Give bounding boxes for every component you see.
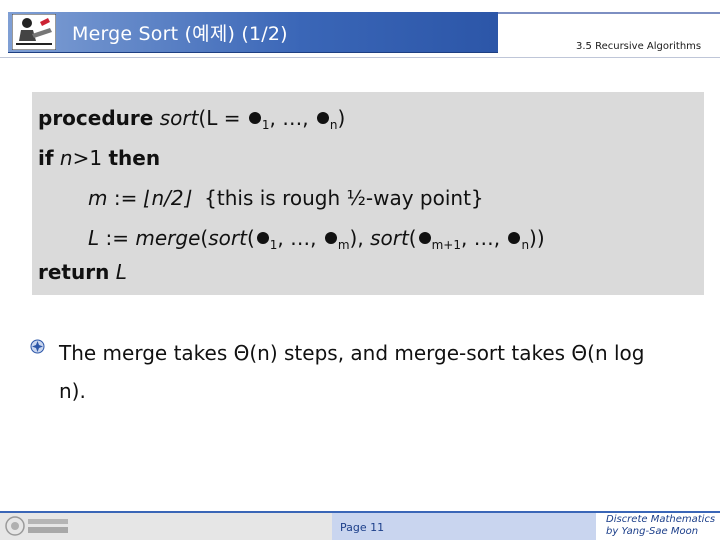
page-number: Page 11 <box>340 521 385 534</box>
bullet-dot-icon <box>324 232 337 244</box>
title-bar-tail <box>498 12 720 14</box>
university-logo-icon <box>5 516 68 536</box>
code-close: ) <box>337 106 346 130</box>
var-n: n <box>59 146 73 170</box>
assign-op: := <box>107 186 144 210</box>
keyword-procedure: procedure <box>38 106 154 130</box>
theta-n: Θ(n) <box>233 341 278 365</box>
cond-rest: >1 <box>72 146 103 170</box>
subscript-n: n <box>521 238 530 252</box>
course-author: by Yang-Sae Moon <box>606 526 699 537</box>
function-sort: sort <box>159 106 199 130</box>
bullet-text-1: The merge takes <box>59 341 234 365</box>
bullet-dot-icon <box>418 232 431 244</box>
assign-op: := <box>99 226 136 250</box>
section-label: 3.5 Recursive Algorithms <box>576 41 702 52</box>
bullet-dot-icon <box>316 112 329 124</box>
keyword-then: then <box>108 146 161 170</box>
header-divider <box>0 57 720 58</box>
bullet-dot-icon <box>256 232 269 244</box>
var-L: L <box>115 260 127 284</box>
bullet-flower-icon <box>30 339 45 354</box>
subscript-m: m <box>337 238 350 252</box>
keyword-return: return <box>38 260 110 284</box>
bullet-text: The merge takes Θ(n) steps, and merge-so… <box>59 334 659 410</box>
subscript-m1: m+1 <box>431 238 461 252</box>
code-ellipsis: , …, <box>277 226 323 250</box>
var-m: m <box>88 186 108 210</box>
bullet-text-3: . <box>79 379 86 403</box>
bullet-dot-icon <box>508 232 521 244</box>
code-line-return: return L <box>38 260 127 284</box>
function-merge: merge <box>135 226 201 250</box>
code-open: (L = <box>198 106 247 130</box>
code-line-procedure: procedure sort(L = 1, …, n) <box>38 106 345 137</box>
slide-title: Merge Sort (예제) (1/2) <box>72 23 288 45</box>
code-line-merge: L := merge(sort(1, …, m), sort(m+1, …, n… <box>88 226 545 252</box>
bullet-dot-icon <box>248 112 261 124</box>
floor-expr: ⌊n/2⌋ <box>143 186 192 210</box>
keyword-if: if <box>38 146 54 170</box>
function-sort: sort <box>370 226 409 250</box>
course-title: Discrete Mathematics <box>606 514 716 525</box>
code-line-assign-m: m := ⌊n/2⌋ {this is rough ½-way point} <box>88 186 484 210</box>
course-credit: Discrete Mathematics by Yang-Sae Moon <box>606 514 715 538</box>
bullet-text-2: steps, and merge-sort takes <box>277 341 572 365</box>
code-line-if: if n>1 then <box>38 146 160 170</box>
function-sort: sort <box>208 226 247 250</box>
var-L: L <box>88 226 100 250</box>
code-comment: {this is rough ½-way point} <box>204 186 484 210</box>
student-at-desk-icon <box>12 14 56 50</box>
code-ellipsis: , …, <box>461 226 507 250</box>
code-ellipsis: , …, <box>269 106 315 130</box>
subscript-n: n <box>329 118 338 132</box>
